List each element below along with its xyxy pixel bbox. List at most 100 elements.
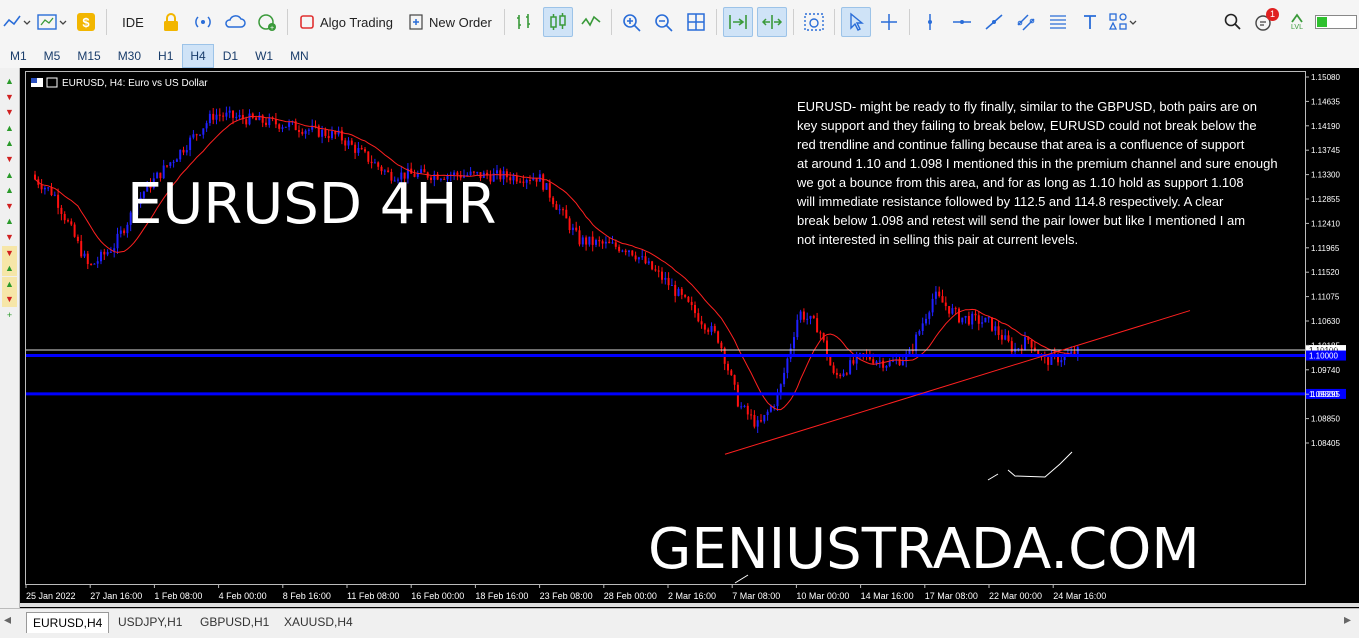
chart-window[interactable]: 1.101001.100001.09300 1.150801.146351.14… xyxy=(20,68,1359,608)
signal-arrow-icon[interactable]: ▼ xyxy=(2,245,17,261)
bar-chart-icon[interactable] xyxy=(511,8,539,36)
cloud-icon[interactable] xyxy=(221,8,249,36)
timeframe-m15[interactable]: M15 xyxy=(69,44,108,68)
candle-body xyxy=(816,318,819,333)
candle-body xyxy=(331,131,333,139)
candle-body xyxy=(901,360,904,366)
candle-body xyxy=(50,187,53,196)
candle-body xyxy=(915,334,918,352)
chart-shift-icon[interactable] xyxy=(756,7,787,37)
candle-body xyxy=(971,313,974,325)
autoscroll-icon[interactable] xyxy=(722,7,753,37)
analysis-line: key support and they failing to break be… xyxy=(797,118,1257,133)
signal-level-icon: LVL xyxy=(1283,8,1311,36)
algo-trading-button[interactable]: Algo Trading xyxy=(294,8,399,36)
candle-body xyxy=(47,187,50,189)
signal-arrow-icon[interactable]: ▲ xyxy=(2,276,17,292)
signal-arrow-icon[interactable]: ▼ xyxy=(2,292,17,308)
notifications-icon[interactable]: 1 xyxy=(1251,8,1279,36)
toolbar-separator xyxy=(106,9,107,35)
new-order-button[interactable]: New Order xyxy=(403,8,498,36)
screenshot-icon[interactable] xyxy=(800,8,828,36)
vertical-line-icon[interactable] xyxy=(916,8,944,36)
grid-icon[interactable] xyxy=(682,8,710,36)
candle-body xyxy=(1047,357,1050,365)
signal-arrow-icon[interactable]: ▲ xyxy=(2,261,17,277)
shapes-icon[interactable] xyxy=(1108,8,1138,36)
signal-arrow-icon[interactable]: ▼ xyxy=(2,230,17,245)
trendline-icon[interactable] xyxy=(980,8,1008,36)
signal-arrow-icon[interactable]: ▲ xyxy=(2,121,17,136)
candle-body xyxy=(268,117,271,126)
signal-arrow-icon[interactable]: ▼ xyxy=(2,199,17,214)
line-chart-icon[interactable] xyxy=(2,8,32,36)
timeframe-d1[interactable]: D1 xyxy=(215,44,246,68)
timeframe-m1[interactable]: M1 xyxy=(2,44,35,68)
signal-arrow-icon[interactable]: ▼ xyxy=(2,152,17,167)
line-icon[interactable] xyxy=(577,8,605,36)
chart-tab[interactable]: GBPUSD,H1 xyxy=(194,612,275,632)
candle-body xyxy=(43,187,46,190)
candle-body xyxy=(166,165,168,167)
fibonacci-icon[interactable] xyxy=(1044,8,1072,36)
signal-arrow-icon[interactable]: ▲ xyxy=(2,74,17,89)
horizontal-scrollbar[interactable] xyxy=(20,603,1359,607)
toolbar-separator xyxy=(792,9,794,35)
vps-icon[interactable]: + xyxy=(253,8,281,36)
crosshair-icon[interactable] xyxy=(875,8,903,36)
dollar-icon[interactable]: $ xyxy=(72,8,100,36)
candle-body xyxy=(845,373,848,375)
candle-body xyxy=(819,332,822,334)
price-label: 1.11520 xyxy=(1311,268,1340,277)
chart-templates-icon[interactable] xyxy=(36,8,68,36)
candle-body xyxy=(245,119,248,125)
candle-body xyxy=(512,175,515,181)
candle-body xyxy=(928,312,931,319)
candle-body xyxy=(103,251,106,255)
chart-tab[interactable]: USDJPY,H1 xyxy=(112,612,188,632)
channel-icon[interactable] xyxy=(1012,8,1040,36)
search-icon[interactable] xyxy=(1219,8,1247,36)
tabs-right-arrow-icon[interactable]: ▸ xyxy=(1344,611,1351,628)
candle-body xyxy=(717,331,720,343)
signal-arrow-icon[interactable]: ▲ xyxy=(2,183,17,198)
candlestick-icon[interactable] xyxy=(542,7,573,37)
time-label: 27 Jan 16:00 xyxy=(90,591,142,601)
lock-icon[interactable] xyxy=(157,8,185,36)
ide-button[interactable]: IDE xyxy=(113,8,153,36)
chart-tab[interactable]: EURUSD,H4 xyxy=(26,612,110,633)
candle-body xyxy=(918,330,921,335)
timeframe-m30[interactable]: M30 xyxy=(110,44,149,68)
horizontal-line-icon[interactable] xyxy=(948,8,976,36)
timeframe-h1[interactable]: H1 xyxy=(150,44,181,68)
text-tool-icon[interactable] xyxy=(1076,8,1104,36)
chart-tab[interactable]: XAUUSD,H4 xyxy=(278,612,359,632)
timeframe-mn[interactable]: MN xyxy=(282,44,317,68)
time-label: 4 Feb 00:00 xyxy=(219,591,267,601)
timeframe-m5[interactable]: M5 xyxy=(36,44,69,68)
tabs-left-arrow-icon[interactable]: ◂ xyxy=(4,611,11,628)
candle-body xyxy=(796,319,799,338)
signal-arrow-icon[interactable]: ▲ xyxy=(2,214,17,229)
candle-body xyxy=(548,183,551,198)
signal-arrow-icon[interactable]: ▼ xyxy=(2,105,17,120)
price-chart[interactable]: 1.101001.100001.09300 1.150801.146351.14… xyxy=(20,68,1359,608)
timeframe-h4[interactable]: H4 xyxy=(182,44,214,68)
candle-body xyxy=(251,113,254,118)
timeframe-w1[interactable]: W1 xyxy=(247,44,281,68)
add-signal-icon[interactable]: + xyxy=(2,308,17,323)
candle-body xyxy=(90,264,93,266)
candle-body xyxy=(370,161,373,164)
signal-arrow-icon[interactable]: ▼ xyxy=(2,90,17,105)
candle-body xyxy=(575,227,578,231)
zoom-out-icon[interactable] xyxy=(650,8,678,36)
signal-icon[interactable] xyxy=(189,8,217,36)
signal-arrow-icon[interactable]: ▲ xyxy=(2,136,17,151)
candle-body xyxy=(80,241,83,257)
cursor-icon[interactable] xyxy=(840,7,871,37)
candle-body xyxy=(604,241,607,244)
candle-body xyxy=(185,150,188,153)
zoom-in-icon[interactable] xyxy=(618,8,646,36)
signal-arrow-icon[interactable]: ▲ xyxy=(2,168,17,183)
candle-body xyxy=(327,135,330,139)
